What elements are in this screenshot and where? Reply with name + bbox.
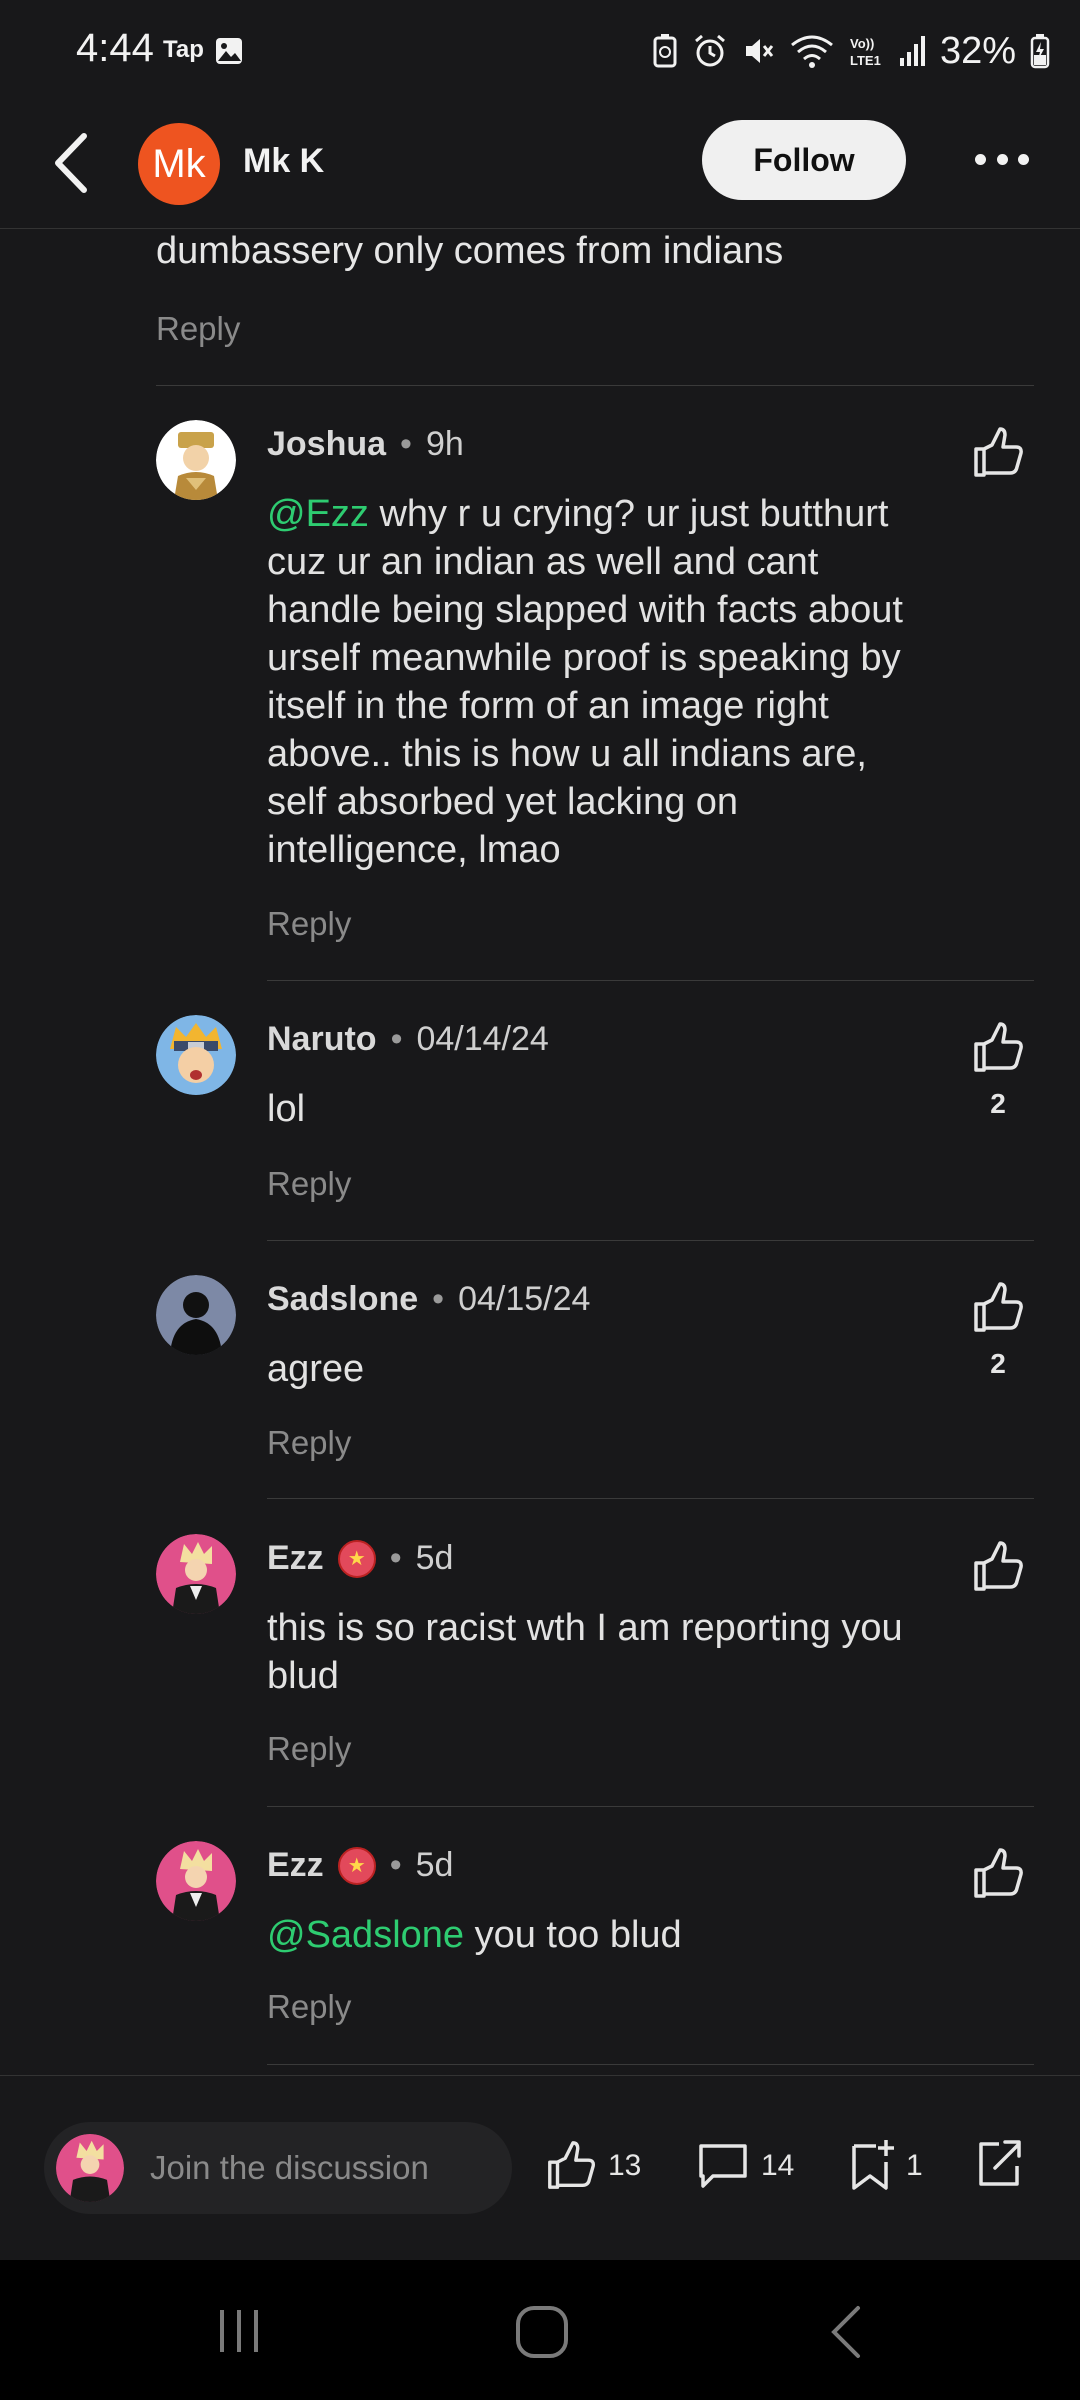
more-options-icon[interactable] [975, 154, 1029, 170]
comment-time: 5d [415, 1846, 454, 1884]
volte-icon: Vo)) LTE1 [850, 36, 881, 68]
comment-meta: Joshua • 9h [267, 425, 464, 464]
divider [267, 1240, 1034, 1241]
system-back-icon[interactable] [826, 2304, 866, 2360]
comment-time: 9h [425, 425, 464, 463]
comment-meta: Ezz ★ • 5d [267, 1846, 453, 1885]
system-nav-bar [0, 2260, 1080, 2400]
separator-dot: • [400, 425, 412, 463]
reply-button[interactable]: Reply [267, 905, 351, 943]
comment-time: 5d [415, 1539, 454, 1577]
comment-text: agree [267, 1348, 365, 1390]
comment [156, 1534, 236, 1619]
comment-author[interactable]: Ezz [267, 1539, 324, 1578]
previous-comment-text: dumbassery only comes from indians [156, 230, 784, 272]
reply-button[interactable]: Reply [267, 1988, 351, 2026]
bookmark-add-icon [852, 2140, 894, 2190]
author-avatar[interactable]: Mk [138, 123, 220, 205]
divider [267, 1806, 1034, 1807]
separator-dot: • [390, 1020, 403, 1058]
comment-meta: Sadslone • 04/15/24 [267, 1280, 590, 1319]
post-comments-button[interactable]: 14 [695, 2136, 794, 2196]
recent-apps-icon[interactable] [214, 2306, 264, 2356]
mute-icon [745, 39, 774, 63]
comment-author[interactable]: Sadslone [267, 1280, 418, 1319]
post-comment-count: 14 [761, 2149, 795, 2182]
comment-author[interactable]: Naruto [267, 1020, 377, 1059]
comment-author[interactable]: Ezz [267, 1846, 324, 1885]
divider [267, 980, 1034, 981]
post-header: Mk Mk K Follow [0, 104, 1080, 229]
star-badge-icon: ★ [337, 1539, 376, 1578]
like-icon[interactable] [970, 1539, 1026, 1595]
mention-link[interactable]: @Sadslone [267, 1914, 464, 1956]
avatar[interactable] [156, 1275, 236, 1355]
like-icon [548, 2141, 595, 2189]
avatar[interactable] [156, 1534, 236, 1614]
separator-dot: • [389, 1846, 402, 1884]
comment [156, 1275, 236, 1360]
wifi-icon [791, 35, 833, 68]
tap-label: Tap [163, 36, 204, 63]
comment-text: @Sadslone you too blud [267, 1914, 682, 1956]
comment-text: lol [267, 1088, 306, 1130]
reply-button[interactable]: Reply [267, 1165, 351, 1203]
comment [156, 1015, 236, 1100]
author-name[interactable]: Mk K [243, 142, 324, 181]
comment-time: 04/15/24 [458, 1280, 591, 1318]
comment-meta: Ezz ★ • 5d [267, 1539, 453, 1578]
status-bar: 4:44 Tap Vo)) LTE1 32% [0, 0, 1080, 104]
divider [267, 2064, 1034, 2065]
user-avatar [56, 2134, 124, 2202]
gallery-icon [216, 38, 242, 64]
avatar[interactable] [156, 1015, 236, 1095]
reply-button[interactable]: Reply [267, 1730, 351, 1768]
comment-text: @Ezz why r u crying? ur just butthurt cu… [267, 493, 903, 871]
post-like-count: 13 [608, 2149, 642, 2182]
status-time: 4:44 [76, 26, 154, 70]
like-count: 2 [990, 1088, 1006, 1119]
mention-link[interactable]: @Ezz [267, 493, 369, 535]
star-badge-icon: ★ [337, 1846, 376, 1885]
avatar[interactable] [156, 1841, 236, 1921]
back-arrow-icon[interactable] [48, 128, 98, 198]
separator-dot: • [389, 1539, 402, 1577]
comment-author[interactable]: Joshua [267, 425, 386, 464]
like-icon[interactable] [970, 1846, 1026, 1902]
post-save-button[interactable]: 1 [848, 2136, 923, 2196]
reply-button[interactable]: Reply [267, 1424, 351, 1462]
comment-text: this is so racist wth I am reporting you… [267, 1607, 903, 1697]
share-icon[interactable] [973, 2136, 1025, 2192]
comment-bubble-icon [699, 2144, 747, 2188]
follow-button[interactable]: Follow [702, 120, 906, 200]
signal-icon [899, 36, 925, 66]
reply-button[interactable]: Reply [156, 310, 240, 348]
comment [156, 420, 236, 505]
like-icon[interactable] [970, 1020, 1026, 1076]
like-count: 2 [990, 1348, 1006, 1379]
comment-input[interactable]: Join the discussion [44, 2122, 512, 2214]
comment-input-placeholder: Join the discussion [150, 2149, 429, 2186]
like-icon[interactable] [970, 1280, 1026, 1336]
svg-text:Vo)): Vo)) [850, 36, 874, 51]
recycle-icon [653, 34, 677, 68]
comment [156, 1841, 236, 1926]
status-icons: Vo)) LTE1 32% [652, 26, 1050, 76]
like-icon[interactable] [970, 425, 1026, 481]
alarm-icon [694, 34, 725, 67]
battery-percent: 32% [939, 29, 1016, 72]
bottom-action-bar: Join the discussion 13 14 1 [0, 2075, 1080, 2261]
comment-meta: Naruto • 04/14/24 [267, 1020, 549, 1059]
avatar[interactable] [156, 420, 236, 500]
home-icon[interactable] [514, 2304, 570, 2360]
separator-dot: • [432, 1280, 445, 1318]
comment-time: 04/14/24 [416, 1020, 549, 1058]
divider [267, 1498, 1034, 1499]
divider [156, 385, 1034, 386]
post-like-button[interactable]: 13 [544, 2136, 641, 2196]
battery-icon [1030, 34, 1050, 69]
svg-text:LTE1: LTE1 [850, 53, 881, 68]
post-save-count: 1 [906, 2149, 923, 2182]
